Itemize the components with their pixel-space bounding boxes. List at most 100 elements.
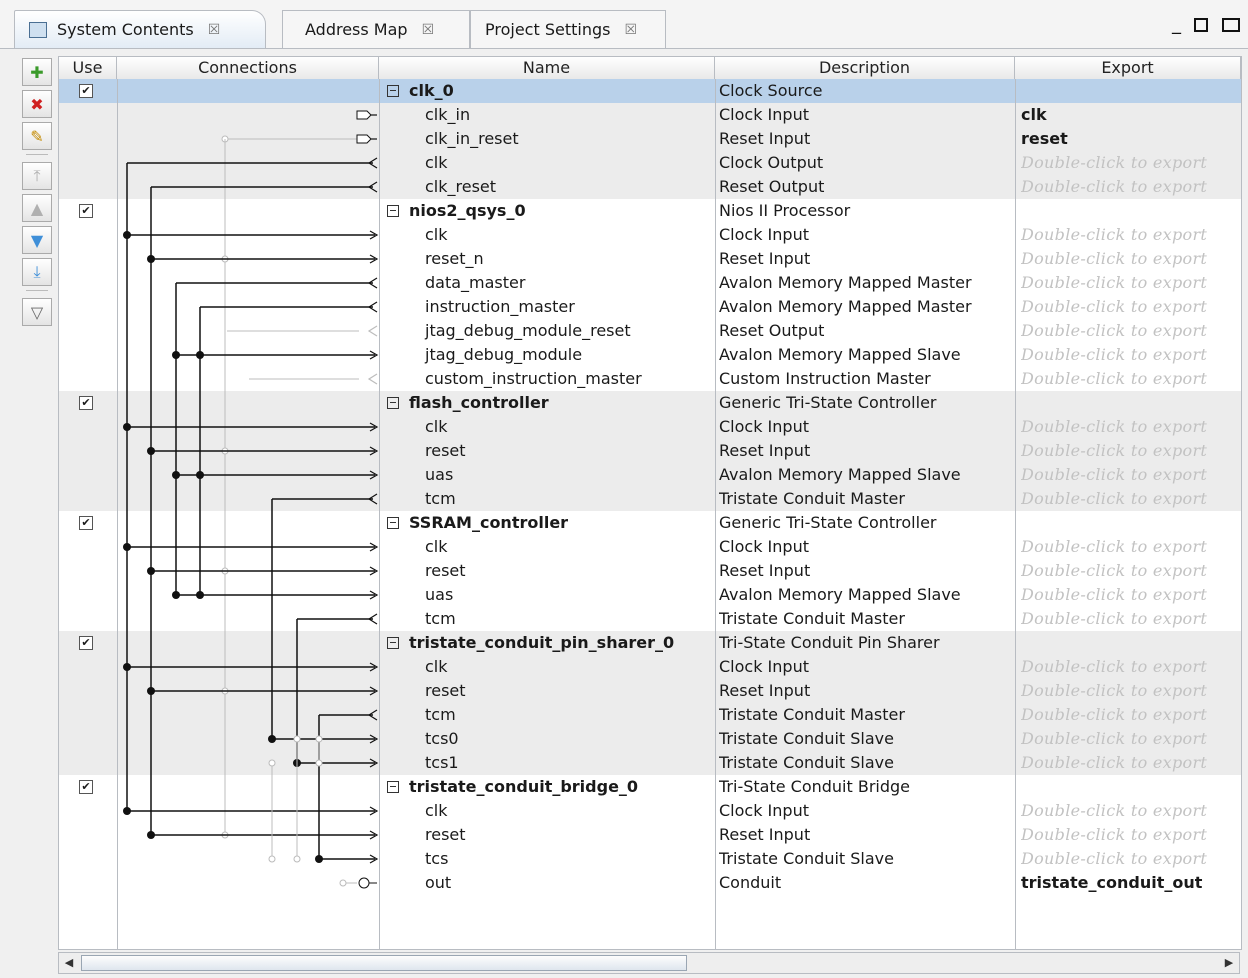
- interface-name[interactable]: tcs0: [379, 727, 715, 751]
- interface-name[interactable]: tcs: [379, 847, 715, 871]
- interface-name[interactable]: reset: [379, 823, 715, 847]
- horizontal-scrollbar[interactable]: ◀ ▶: [58, 952, 1240, 974]
- connection-dot[interactable]: [123, 663, 131, 671]
- export-cell[interactable]: Double-click to export: [1021, 463, 1239, 487]
- collapse-icon[interactable]: [387, 517, 399, 529]
- tab-address-map[interactable]: Address Map ☒: [282, 10, 470, 48]
- connection-dot[interactable]: [123, 231, 131, 239]
- component-name[interactable]: tristate_conduit_pin_sharer_0: [379, 631, 715, 655]
- interface-name[interactable]: reset_n: [379, 247, 715, 271]
- minimize-button[interactable]: _: [1172, 14, 1181, 35]
- tab-project-settings[interactable]: Project Settings ☒: [470, 10, 666, 48]
- export-cell[interactable]: Double-click to export: [1021, 655, 1239, 679]
- move-top-button[interactable]: ⤒: [22, 162, 52, 190]
- close-tab-icon[interactable]: ☒: [208, 22, 221, 38]
- export-cell[interactable]: Double-click to export: [1021, 271, 1239, 295]
- connection-point-empty[interactable]: [339, 879, 347, 887]
- interface-name[interactable]: jtag_debug_module_reset: [379, 319, 715, 343]
- connection-dot[interactable]: [147, 255, 155, 263]
- export-cell[interactable]: clk: [1021, 103, 1239, 127]
- export-cell[interactable]: Double-click to export: [1021, 223, 1239, 247]
- interface-name[interactable]: tcm: [379, 703, 715, 727]
- connection-point-empty[interactable]: [293, 855, 301, 863]
- move-up-button[interactable]: ▲: [22, 194, 52, 222]
- edit-button[interactable]: ✎: [22, 122, 52, 150]
- component-name[interactable]: flash_controller: [379, 391, 715, 415]
- connection-dot[interactable]: [172, 471, 180, 479]
- connection-dot[interactable]: [147, 831, 155, 839]
- export-cell[interactable]: Double-click to export: [1021, 559, 1239, 583]
- connection-dot[interactable]: [147, 567, 155, 575]
- filter-button[interactable]: ▽: [22, 298, 52, 326]
- export-cell[interactable]: Double-click to export: [1021, 151, 1239, 175]
- collapse-icon[interactable]: [387, 397, 399, 409]
- interface-name[interactable]: custom_instruction_master: [379, 367, 715, 391]
- export-cell[interactable]: [1021, 631, 1239, 655]
- interface-name[interactable]: data_master: [379, 271, 715, 295]
- connection-dot[interactable]: [196, 351, 204, 359]
- export-cell[interactable]: Double-click to export: [1021, 367, 1239, 391]
- close-tab-icon[interactable]: ☒: [624, 22, 637, 38]
- connection-dot[interactable]: [123, 423, 131, 431]
- connection-dot[interactable]: [172, 591, 180, 599]
- interface-name[interactable]: clk: [379, 799, 715, 823]
- interface-name[interactable]: clk: [379, 223, 715, 247]
- connection-dot[interactable]: [268, 735, 276, 743]
- export-cell[interactable]: [1021, 511, 1239, 535]
- interface-name[interactable]: tcm: [379, 487, 715, 511]
- tab-system-contents[interactable]: System Contents ☒: [14, 10, 266, 48]
- export-cell[interactable]: Double-click to export: [1021, 415, 1239, 439]
- interface-name[interactable]: uas: [379, 463, 715, 487]
- export-cell[interactable]: reset: [1021, 127, 1239, 151]
- export-cell[interactable]: Double-click to export: [1021, 703, 1239, 727]
- connection-dot[interactable]: [172, 351, 180, 359]
- column-header-description[interactable]: Description: [715, 57, 1015, 79]
- export-cell[interactable]: Double-click to export: [1021, 607, 1239, 631]
- interface-name[interactable]: clk_in: [379, 103, 715, 127]
- collapse-icon[interactable]: [387, 781, 399, 793]
- interface-name[interactable]: reset: [379, 439, 715, 463]
- interface-name[interactable]: uas: [379, 583, 715, 607]
- column-header-export[interactable]: Export: [1015, 57, 1241, 79]
- interface-name[interactable]: reset: [379, 559, 715, 583]
- component-name[interactable]: SSRAM_controller: [379, 511, 715, 535]
- export-cell[interactable]: Double-click to export: [1021, 823, 1239, 847]
- connections-graph[interactable]: [59, 57, 379, 949]
- move-down-button[interactable]: ▼: [22, 226, 52, 254]
- connection-dot[interactable]: [123, 543, 131, 551]
- close-tab-icon[interactable]: ☒: [422, 22, 435, 38]
- connection-point-empty[interactable]: [293, 735, 301, 743]
- interface-name[interactable]: tcs1: [379, 751, 715, 775]
- export-cell[interactable]: Double-click to export: [1021, 535, 1239, 559]
- interface-name[interactable]: jtag_debug_module: [379, 343, 715, 367]
- export-cell[interactable]: Double-click to export: [1021, 247, 1239, 271]
- interface-name[interactable]: clk_in_reset: [379, 127, 715, 151]
- detach-icon[interactable]: [1194, 18, 1208, 32]
- interface-name[interactable]: instruction_master: [379, 295, 715, 319]
- connection-dot[interactable]: [196, 471, 204, 479]
- export-cell[interactable]: [1021, 199, 1239, 223]
- interface-name[interactable]: reset: [379, 679, 715, 703]
- interface-name[interactable]: clk_reset: [379, 175, 715, 199]
- export-cell[interactable]: Double-click to export: [1021, 847, 1239, 871]
- connection-dot[interactable]: [147, 447, 155, 455]
- interface-name[interactable]: clk: [379, 535, 715, 559]
- interface-name[interactable]: clk: [379, 655, 715, 679]
- export-cell[interactable]: Double-click to export: [1021, 175, 1239, 199]
- export-cell[interactable]: Double-click to export: [1021, 727, 1239, 751]
- scroll-right-icon[interactable]: ▶: [1221, 955, 1237, 971]
- export-cell[interactable]: Double-click to export: [1021, 799, 1239, 823]
- component-name[interactable]: clk_0: [379, 79, 715, 103]
- interface-name[interactable]: tcm: [379, 607, 715, 631]
- export-cell[interactable]: Double-click to export: [1021, 583, 1239, 607]
- connection-point-empty[interactable]: [268, 759, 276, 767]
- collapse-icon[interactable]: [387, 85, 399, 97]
- export-cell[interactable]: Double-click to export: [1021, 487, 1239, 511]
- connection-point-empty[interactable]: [315, 735, 323, 743]
- connection-point-empty[interactable]: [315, 759, 323, 767]
- export-cell[interactable]: Double-click to export: [1021, 439, 1239, 463]
- remove-button[interactable]: ✖: [22, 90, 52, 118]
- export-cell[interactable]: Double-click to export: [1021, 751, 1239, 775]
- move-bottom-button[interactable]: ⤓: [22, 258, 52, 286]
- export-cell[interactable]: [1021, 775, 1239, 799]
